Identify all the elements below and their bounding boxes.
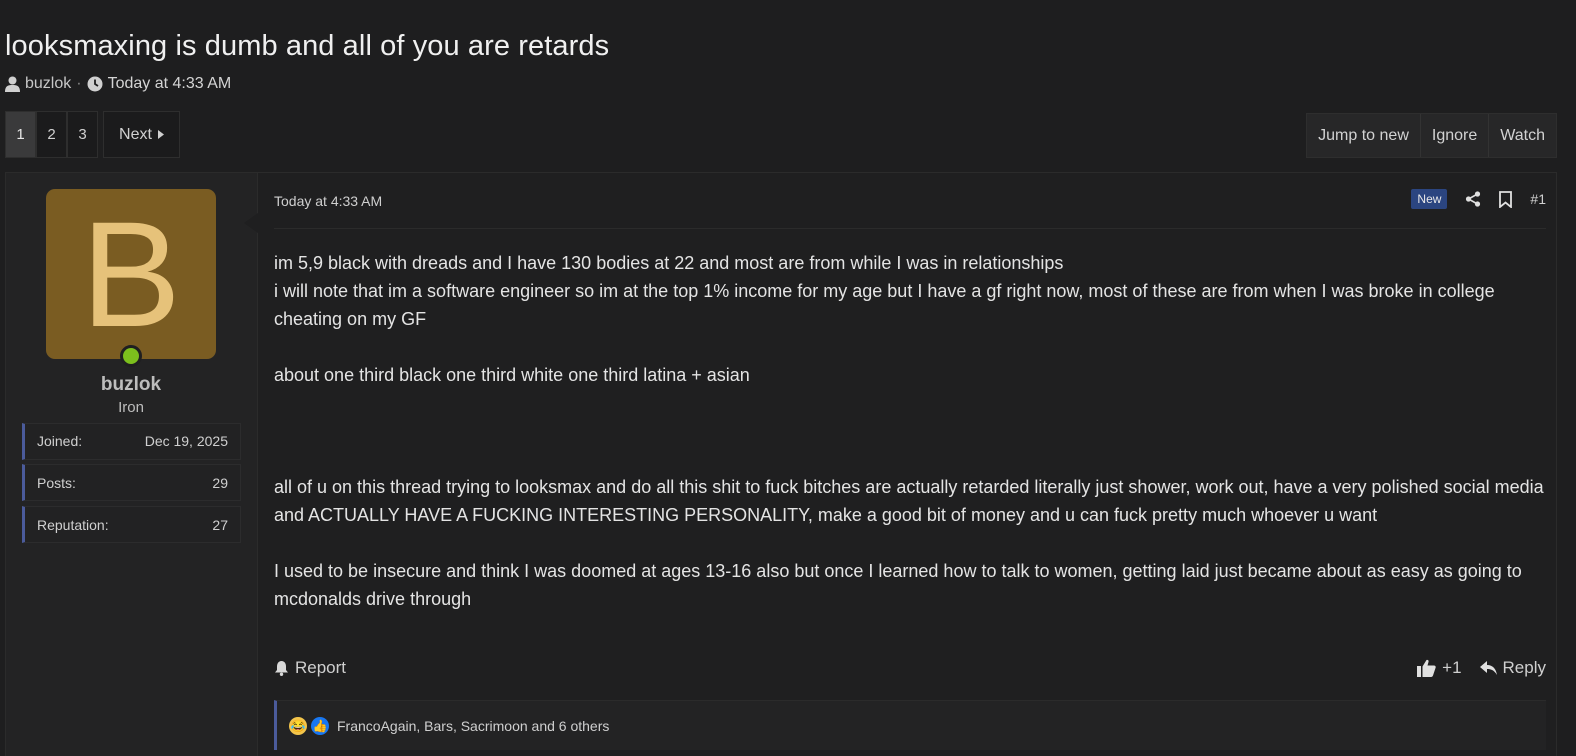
reply-icon (1479, 660, 1497, 676)
username[interactable]: buzlok (6, 374, 256, 396)
stat-posts: Posts: 29 (22, 464, 241, 501)
avatar[interactable]: B (46, 189, 216, 359)
clock-icon (87, 76, 103, 92)
laugh-emoji-icon: 😂 (289, 716, 307, 735)
like-count: +1 (1442, 658, 1462, 677)
caret-right-icon (157, 130, 164, 139)
reactions-text[interactable]: FrancoAgain, Bars, Sacrimoon and 6 other… (337, 718, 609, 734)
stat-value: 27 (212, 516, 228, 533)
post-date[interactable]: Today at 4:33 AM (274, 193, 382, 209)
post-main: Today at 4:33 AM New #1 im 5,9 black wit… (274, 173, 1556, 756)
ignore-button[interactable]: Ignore (1419, 114, 1488, 157)
stat-label: Joined: (37, 433, 83, 449)
user-icon (5, 76, 20, 92)
stat-label: Posts: (37, 474, 76, 491)
stat-value: 29 (212, 474, 228, 491)
next-page-button[interactable]: Next (103, 111, 180, 158)
jump-to-new-button[interactable]: Jump to new (1307, 114, 1420, 157)
new-badge: New (1411, 189, 1448, 209)
share-icon[interactable] (1465, 191, 1481, 207)
reply-label: Reply (1502, 658, 1546, 677)
watch-button[interactable]: Watch (1488, 114, 1556, 157)
stat-joined: Joined: Dec 19, 2025 (22, 423, 241, 460)
bookmark-icon[interactable] (1499, 190, 1513, 208)
reply-button[interactable]: Reply (1479, 658, 1546, 678)
post-actions-right: +1 Reply (1417, 658, 1546, 678)
stat-value: Dec 19, 2025 (144, 433, 228, 449)
post-footer: Report +1 Reply (274, 655, 1546, 681)
online-indicator (120, 345, 142, 367)
pagination: 1 2 3 Next (5, 111, 180, 158)
next-label: Next (119, 125, 152, 143)
post: B buzlok Iron Joined: Dec 19, 2025 Posts… (5, 172, 1557, 756)
user-title: Iron (118, 399, 144, 416)
like-button[interactable]: +1 (1417, 658, 1462, 678)
user-sidebar: B buzlok Iron Joined: Dec 19, 2025 Posts… (6, 173, 258, 756)
page-2-link[interactable]: 2 (36, 111, 67, 158)
post-tools: New #1 (1411, 189, 1546, 209)
thread-author-link[interactable]: buzlok (25, 75, 71, 93)
thread-meta: buzlok · Today at 4:33 AM (5, 75, 231, 93)
divider (274, 228, 1546, 229)
post-number[interactable]: #1 (1530, 191, 1546, 207)
thumbs-up-icon (1417, 659, 1436, 677)
bell-icon (274, 660, 289, 676)
like-emoji-icon: 👍 (311, 716, 329, 735)
page-1-link[interactable]: 1 (5, 111, 36, 158)
report-label: Report (295, 658, 347, 677)
message-arrow (244, 213, 258, 233)
stat-reputation: Reputation: 27 (22, 506, 241, 543)
meta-separator: · (76, 75, 82, 92)
post-body: im 5,9 black with dreads and I have 130 … (274, 253, 1544, 609)
report-button[interactable]: Report (274, 658, 346, 678)
thread-time[interactable]: Today at 4:33 AM (108, 75, 232, 93)
page-3-link[interactable]: 3 (67, 111, 98, 158)
reactions-bar[interactable]: 😂 👍 FrancoAgain, Bars, Sacrimoon and 6 o… (274, 700, 1546, 750)
thread-title: looksmaxing is dumb and all of you are r… (5, 30, 610, 62)
thread-actions: Jump to new Ignore Watch (1306, 113, 1557, 158)
stat-label: Reputation: (37, 516, 109, 533)
